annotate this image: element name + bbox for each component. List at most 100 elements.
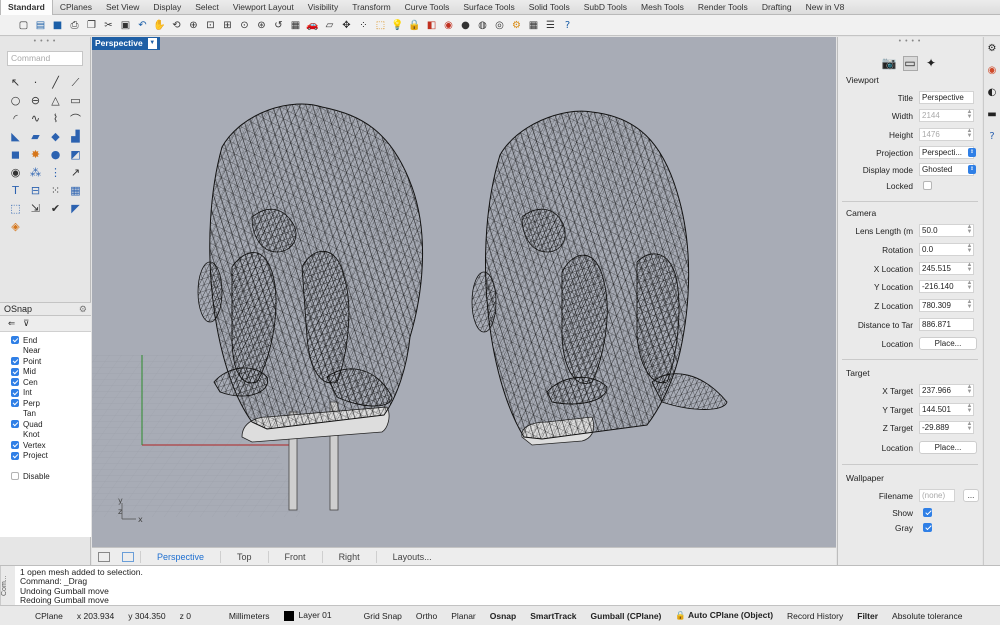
tab-solid-tools[interactable]: Solid Tools: [522, 0, 577, 14]
tab-viewport-layout[interactable]: Viewport Layout: [226, 0, 301, 14]
scale-icon[interactable]: ⇲: [26, 200, 45, 217]
help-icon[interactable]: ?: [560, 18, 575, 33]
transform-icon[interactable]: ⬚: [6, 200, 25, 217]
gear-icon[interactable]: ⚙: [509, 18, 524, 33]
osnap-cen[interactable]: Cen: [0, 377, 91, 388]
line-icon[interactable]: ╱: [46, 74, 65, 91]
gear-icon[interactable]: ⚙: [986, 43, 998, 55]
viewport-tab-perspective[interactable]: Perspective: [140, 550, 220, 563]
osnap-mid[interactable]: Mid: [0, 367, 91, 378]
z-target-stepper[interactable]: ▲ ▼: [966, 421, 973, 433]
analyze-icon[interactable]: ◤: [66, 200, 85, 217]
tab-transform[interactable]: Transform: [345, 0, 397, 14]
render-sphere-icon[interactable]: ●: [458, 18, 473, 33]
tab-display[interactable]: Display: [146, 0, 188, 14]
osnap-checkbox[interactable]: [11, 336, 19, 345]
grid-snap-toggle[interactable]: Grid Snap: [357, 611, 409, 621]
status-units[interactable]: Millimeters: [222, 611, 277, 621]
filter-toggle[interactable]: Filter: [850, 611, 885, 621]
perspective-viewport[interactable]: y z x Perspective ▼: [92, 37, 836, 547]
osnap-checkbox[interactable]: [11, 378, 19, 387]
polygon-icon[interactable]: △: [46, 92, 65, 109]
text-tool-icon[interactable]: T: [6, 182, 25, 199]
car-icon[interactable]: 🚗: [305, 18, 320, 33]
ellipse-icon[interactable]: ⊖: [26, 92, 45, 109]
osnap-perp[interactable]: Perp: [0, 398, 91, 409]
layer-icon[interactable]: ◧: [424, 18, 439, 33]
extrude-icon[interactable]: ▰: [26, 128, 45, 145]
viewport-tab-layouts[interactable]: Layouts...: [375, 550, 448, 563]
render-props-icon[interactable]: ✦: [924, 56, 939, 71]
grid-array-icon[interactable]: ▦: [66, 182, 85, 199]
tab-render-tools[interactable]: Render Tools: [691, 0, 755, 14]
rotate-view-icon[interactable]: ⟲: [169, 18, 184, 33]
light-icon[interactable]: 💡: [390, 18, 405, 33]
tab-new-in-v8[interactable]: New in V8: [799, 0, 852, 14]
osnap-checkbox[interactable]: [11, 420, 19, 429]
gumball-toggle[interactable]: Gumball (CPlane): [584, 611, 669, 621]
display-icon[interactable]: ▬: [986, 109, 998, 121]
grid-layout-icon[interactable]: [98, 551, 110, 562]
disable-checkbox[interactable]: [11, 472, 19, 481]
open-file-icon[interactable]: ▤: [33, 18, 48, 33]
check-icon[interactable]: ✔: [46, 200, 65, 217]
viewport-menu-chevron-icon[interactable]: ▼: [147, 38, 157, 49]
color-icon[interactable]: ◉: [986, 65, 998, 77]
loft-icon[interactable]: ◆: [46, 128, 65, 145]
render-tool-icon[interactable]: ◈: [6, 218, 25, 235]
height-stepper[interactable]: ▲ ▼: [966, 128, 973, 140]
osnap-disable[interactable]: Disable: [0, 471, 91, 482]
status-layer[interactable]: Layer 01: [277, 610, 339, 621]
osnap-checkbox[interactable]: [11, 367, 19, 376]
projection-select[interactable]: Perspecti...: [919, 146, 974, 159]
save-icon[interactable]: ■: [50, 18, 65, 33]
gray-checkbox[interactable]: [923, 523, 932, 532]
auto-cplane-toggle[interactable]: 🔒 Auto CPlane (Object): [668, 610, 780, 621]
browse-button[interactable]: ...: [963, 489, 979, 502]
y-target-stepper[interactable]: ▲ ▼: [966, 403, 973, 415]
cut-icon[interactable]: ✂: [101, 18, 116, 33]
osnap-checkbox[interactable]: [11, 388, 19, 397]
smarttrack-toggle[interactable]: SmartTrack: [523, 611, 583, 621]
panel-grip[interactable]: • • • •: [0, 37, 90, 45]
sphere-icon[interactable]: ●: [46, 146, 65, 163]
projection-dropdown-icon[interactable]: ⇕: [968, 148, 976, 157]
print-icon[interactable]: ⎙: [67, 18, 82, 33]
osnap-vertex[interactable]: Vertex: [0, 440, 91, 451]
width-stepper[interactable]: ▲ ▼: [966, 109, 973, 121]
block-icon[interactable]: ⊟: [26, 182, 45, 199]
locked-checkbox[interactable]: [923, 181, 932, 190]
wireframe-sphere-icon[interactable]: ◍: [475, 18, 490, 33]
arc-icon[interactable]: ◜: [6, 110, 25, 127]
osnap-knot[interactable]: Knot: [0, 430, 91, 441]
single-layout-icon[interactable]: [122, 551, 134, 562]
mesh-tool-icon[interactable]: ◉: [6, 164, 25, 181]
undo-icon[interactable]: ↶: [135, 18, 150, 33]
osnap-point[interactable]: Point: [0, 356, 91, 367]
rectangle-icon[interactable]: ▭: [66, 92, 85, 109]
viewport-layout-icon[interactable]: ▦: [288, 18, 303, 33]
fillet-icon[interactable]: ⌒: [66, 110, 85, 127]
y-location-stepper[interactable]: ▲ ▼: [966, 280, 973, 292]
lens-stepper[interactable]: ▲ ▼: [966, 224, 973, 236]
osnap-project[interactable]: Project: [0, 451, 91, 462]
osnap-end[interactable]: End: [0, 335, 91, 346]
zoom-all-icon[interactable]: ⊛: [254, 18, 269, 33]
pan-hand-icon[interactable]: ✋: [152, 18, 167, 33]
dimension-icon[interactable]: ↗: [66, 164, 85, 181]
grid-icon[interactable]: ▦: [526, 18, 541, 33]
absolute-tolerance[interactable]: Absolute tolerance: [885, 611, 969, 621]
mesh-icon[interactable]: ◎: [492, 18, 507, 33]
zoom-window-icon[interactable]: ⊡: [203, 18, 218, 33]
display-mode-dropdown-icon[interactable]: ⇕: [968, 165, 976, 174]
surface-icon[interactable]: ◣: [6, 128, 25, 145]
osnap-checkbox[interactable]: [11, 451, 19, 460]
distance-field[interactable]: 886.871: [919, 318, 974, 331]
materials-icon[interactable]: ◐: [986, 87, 998, 99]
osnap-checkbox[interactable]: [11, 357, 19, 366]
points-icon[interactable]: ⁘: [356, 18, 371, 33]
tab-surface-tools[interactable]: Surface Tools: [456, 0, 521, 14]
network-icon[interactable]: ⋮: [46, 164, 65, 181]
viewport-title-tab[interactable]: Perspective ▼: [92, 37, 160, 50]
cplane-icon[interactable]: ▱: [322, 18, 337, 33]
